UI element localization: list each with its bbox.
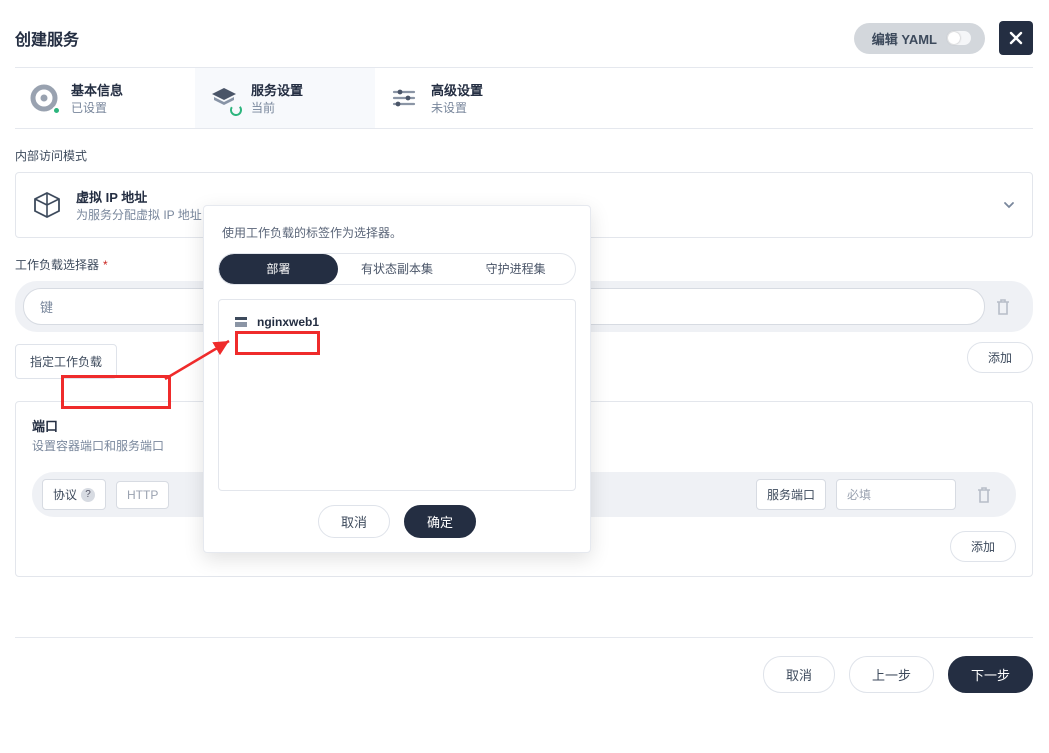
step-advanced[interactable]: 高级设置 未设置 bbox=[375, 68, 555, 128]
step-advanced-title: 高级设置 bbox=[431, 80, 483, 99]
close-button[interactable] bbox=[999, 21, 1033, 55]
svc-port-label: 服务端口 bbox=[756, 479, 826, 510]
protocol-label: 协议 ? bbox=[42, 479, 106, 510]
tab-deployment[interactable]: 部署 bbox=[219, 254, 338, 284]
step-basic-sub: 已设置 bbox=[71, 99, 123, 116]
progress-ring-icon bbox=[230, 104, 242, 116]
edit-yaml-label: 编辑 YAML bbox=[872, 29, 937, 48]
tab-statefulset[interactable]: 有状态副本集 bbox=[338, 254, 457, 284]
add-port-button[interactable]: 添加 bbox=[950, 531, 1016, 562]
protocol-select[interactable]: HTTP bbox=[116, 481, 169, 509]
workload-list: nginxweb1 bbox=[218, 299, 576, 491]
workload-type-tabs: 部署 有状态副本集 守护进程集 bbox=[218, 253, 576, 285]
prev-button[interactable]: 上一步 bbox=[849, 656, 934, 693]
access-mode-sub: 为服务分配虚拟 IP 地址 bbox=[76, 206, 202, 223]
workload-popover: 使用工作负载的标签作为选择器。 部署 有状态副本集 守护进程集 nginxweb… bbox=[203, 205, 591, 553]
tab-daemonset[interactable]: 守护进程集 bbox=[456, 254, 575, 284]
modal-header: 创建服务 编辑 YAML bbox=[15, 15, 1033, 67]
delete-selector-button[interactable] bbox=[995, 298, 1015, 316]
wizard-footer: 取消 上一步 下一步 bbox=[15, 637, 1033, 693]
selector-label-text: 工作负载选择器 bbox=[15, 258, 99, 272]
wizard-steps: 基本信息 已设置 服务设置 当前 高级设置 未设置 bbox=[15, 67, 1033, 129]
annotation-arrow-icon bbox=[155, 327, 245, 387]
cube-icon bbox=[32, 190, 62, 220]
step-basic[interactable]: 基本信息 已设置 bbox=[15, 68, 195, 128]
specify-workload-button[interactable]: 指定工作负载 bbox=[15, 344, 117, 379]
edit-yaml-toggle[interactable]: 编辑 YAML bbox=[854, 23, 985, 54]
step-advanced-icon bbox=[389, 83, 419, 113]
popover-desc: 使用工作负载的标签作为选择器。 bbox=[222, 224, 572, 241]
trash-icon bbox=[995, 298, 1011, 316]
toggle-off-icon bbox=[947, 31, 971, 45]
step-service-sub: 当前 bbox=[251, 99, 303, 116]
cancel-button[interactable]: 取消 bbox=[763, 656, 835, 693]
popover-cancel-button[interactable]: 取消 bbox=[318, 505, 390, 538]
svc-port-input[interactable]: 必填 bbox=[836, 479, 956, 510]
chevron-down-icon bbox=[1002, 198, 1016, 212]
step-advanced-sub: 未设置 bbox=[431, 99, 483, 116]
required-mark: * bbox=[103, 258, 108, 272]
step-service[interactable]: 服务设置 当前 bbox=[195, 68, 375, 128]
check-dot-icon bbox=[52, 106, 61, 115]
popover-ok-button[interactable]: 确定 bbox=[404, 505, 476, 538]
help-icon[interactable]: ? bbox=[81, 488, 95, 502]
workload-item[interactable]: nginxweb1 bbox=[229, 310, 565, 334]
workload-item-name: nginxweb1 bbox=[257, 315, 319, 329]
access-mode-label: 内部访问模式 bbox=[15, 147, 1033, 164]
step-basic-icon bbox=[29, 83, 59, 113]
step-service-icon bbox=[209, 83, 239, 113]
step-service-title: 服务设置 bbox=[251, 80, 303, 99]
trash-icon bbox=[976, 486, 992, 504]
close-icon bbox=[1008, 30, 1024, 46]
access-mode-title: 虚拟 IP 地址 bbox=[76, 187, 202, 206]
next-button[interactable]: 下一步 bbox=[948, 656, 1033, 693]
add-selector-button[interactable]: 添加 bbox=[967, 342, 1033, 373]
delete-port-button[interactable] bbox=[976, 486, 996, 504]
protocol-label-text: 协议 bbox=[53, 486, 77, 503]
modal-title: 创建服务 bbox=[15, 26, 79, 50]
step-basic-title: 基本信息 bbox=[71, 80, 123, 99]
